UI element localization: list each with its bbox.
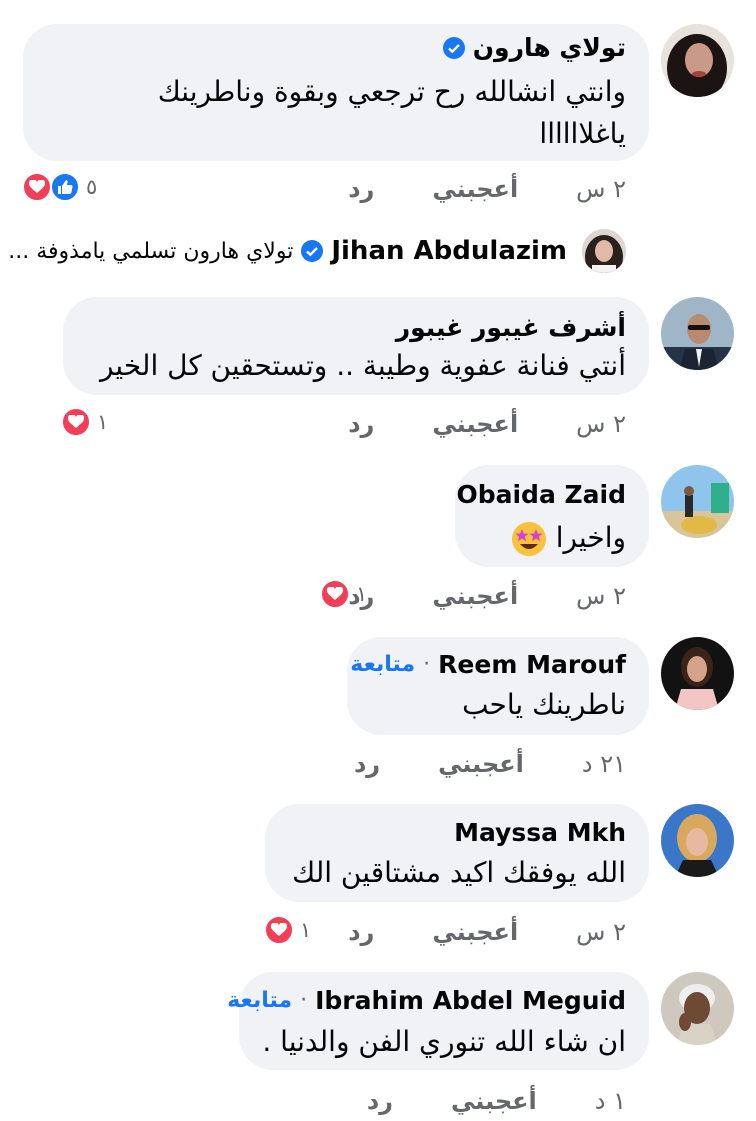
reply-author[interactable]: Jihan Abdulazim <box>331 236 567 266</box>
like-button[interactable]: أعجبني <box>432 410 518 438</box>
comment-author[interactable]: Mayssa Mkh <box>454 818 626 847</box>
comment-text: واخيرا <box>511 517 626 559</box>
reply-button[interactable]: رد <box>348 918 374 946</box>
comment-time[interactable]: ٢ س <box>576 582 626 610</box>
like-button[interactable]: أعجبني <box>438 750 524 778</box>
comment-actions: ٢ س أعجبني رد <box>348 918 626 946</box>
avatar[interactable] <box>582 229 626 273</box>
like-button[interactable]: أعجبني <box>432 175 518 203</box>
avatar[interactable] <box>661 24 734 97</box>
reply-button[interactable]: رد <box>354 750 380 778</box>
comment-author-row: Reem Marouf · متابعة <box>350 650 626 679</box>
avatar[interactable] <box>661 972 734 1045</box>
like-icon <box>50 172 80 202</box>
separator-dot: · <box>423 652 431 677</box>
comment-author-row: Obaida Zaid <box>456 480 626 509</box>
avatar[interactable] <box>661 465 734 538</box>
reply-button[interactable]: رد <box>348 410 374 438</box>
avatar[interactable] <box>661 297 734 370</box>
follow-button[interactable]: متابعة <box>227 988 292 1013</box>
comment-text: ان شاء الله تنوري الفن والدنيا . <box>262 1025 626 1058</box>
comment-author-row: Mayssa Mkh <box>454 818 626 847</box>
comment-author[interactable]: Reem Marouf <box>438 650 626 679</box>
comment-text: ياغلاااااا <box>539 117 626 150</box>
avatar[interactable] <box>661 804 734 877</box>
comment-author[interactable]: تولاي هارون <box>473 33 626 62</box>
like-button[interactable]: أعجبني <box>451 1087 537 1115</box>
comment-time[interactable]: ٢ س <box>576 175 626 203</box>
heart-icon <box>61 407 91 437</box>
comment-text: وانتي انشالله رح ترجعي وبقوة وناطرينك <box>157 75 626 108</box>
comment-text: ناطرينك ياحب <box>462 688 626 721</box>
like-button[interactable]: أعجبني <box>432 918 518 946</box>
reply-button[interactable]: رد <box>367 1087 393 1115</box>
heart-icon <box>264 915 294 945</box>
follow-button[interactable]: متابعة <box>350 652 415 677</box>
comment-actions: ١ د أعجبني رد <box>367 1087 626 1115</box>
reaction-summary[interactable]: ٥ <box>22 172 97 202</box>
star-struck-emoji-icon <box>511 522 546 556</box>
verified-badge-icon <box>442 36 465 59</box>
comment-author-row: Ibrahim Abdel Meguid · متابعة <box>227 986 626 1015</box>
comment-author[interactable]: أشرف غيبور غيبور <box>396 313 626 342</box>
reaction-count: ١ <box>300 918 312 942</box>
comment-actions: ٢ س أعجبني رد <box>348 582 626 610</box>
verified-badge-icon <box>301 240 324 262</box>
reply-button[interactable]: رد <box>348 175 374 203</box>
comment-author[interactable]: Obaida Zaid <box>456 480 626 509</box>
reply-snippet: تولاي هارون تسلمي يامذوفة ... <box>8 238 294 264</box>
heart-icon <box>320 579 350 609</box>
avatar[interactable] <box>661 637 734 710</box>
reaction-count: ١ <box>356 582 368 606</box>
reply-preview[interactable]: Jihan Abdulazim تولاي هارون تسلمي يامذوف… <box>8 236 567 266</box>
comment-actions: ٢ س أعجبني رد <box>348 175 626 203</box>
comment-author-row: أشرف غيبور غيبور <box>396 313 626 342</box>
comment-text: أنتي فنانة عفوية وطيبة .. وتستحقين كل ال… <box>99 349 626 382</box>
comment-author[interactable]: Ibrahim Abdel Meguid <box>315 986 626 1015</box>
comment-text-value: واخيرا <box>555 521 626 554</box>
reaction-summary[interactable]: ١ <box>264 915 311 945</box>
comment-author-row: تولاي هارون <box>442 33 626 62</box>
reaction-summary[interactable]: ١ <box>61 407 108 437</box>
reaction-summary[interactable]: ١ <box>320 579 367 609</box>
comment-time[interactable]: ٢ س <box>576 410 626 438</box>
like-button[interactable]: أعجبني <box>432 582 518 610</box>
comment-time[interactable]: ٢١ د <box>582 750 626 778</box>
comment-text: الله يوفقك اكيد مشتاقين الك <box>292 856 626 889</box>
comment-time[interactable]: ١ د <box>595 1087 626 1115</box>
separator-dot: · <box>300 988 308 1013</box>
comment-actions: ٢١ د أعجبني رد <box>354 750 626 778</box>
heart-icon <box>22 172 52 202</box>
reaction-count: ١ <box>97 410 109 434</box>
comment-actions: ٢ س أعجبني رد <box>348 410 626 438</box>
reaction-count: ٥ <box>86 175 98 199</box>
comment-time[interactable]: ٢ س <box>576 918 626 946</box>
